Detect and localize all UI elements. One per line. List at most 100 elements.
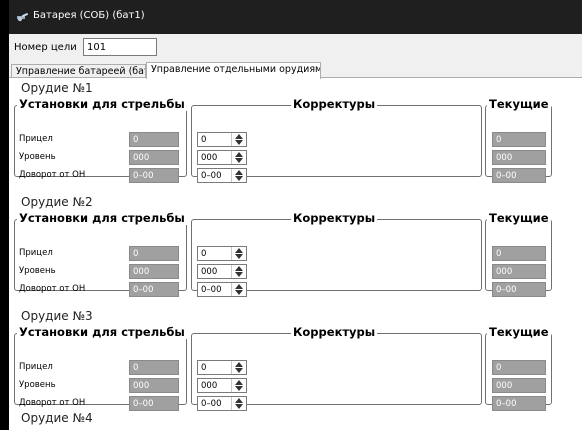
gun-title: Орудие №3 xyxy=(21,309,93,323)
sight-label: Прицел xyxy=(19,248,53,258)
gun-panel-3: Орудие №3 Установки для стрельбы Коррект… xyxy=(9,309,582,427)
artillery-gun-icon xyxy=(17,12,28,22)
spinner-value: 0–00 xyxy=(201,399,222,409)
spinner-arrows[interactable] xyxy=(231,151,246,164)
current-group-caption: Текущие xyxy=(487,97,551,111)
arrow-up-icon[interactable] xyxy=(235,248,243,253)
gun-title: Орудие №4 xyxy=(21,411,93,425)
deflection-label: Доворот от ОН xyxy=(19,398,86,408)
spinner-arrows[interactable] xyxy=(231,169,246,182)
arrow-up-icon[interactable] xyxy=(235,284,243,289)
tab-individual-guns[interactable]: Управление отдельными орудиями xyxy=(146,62,321,79)
gun-panel-2: Орудие №2 Установки для стрельбы Коррект… xyxy=(9,195,582,313)
target-number-label: Номер цели xyxy=(14,42,77,53)
corrections-group-caption: Корректуры xyxy=(291,325,378,339)
deflection-label: Доворот от ОН xyxy=(19,284,86,294)
arrow-down-icon[interactable] xyxy=(235,158,243,163)
deflection-label: Доворот от ОН xyxy=(19,170,86,180)
spinner-arrows[interactable] xyxy=(231,283,246,296)
current-group-caption: Текущие xyxy=(487,211,551,225)
settings-group-caption: Установки для стрельбы xyxy=(17,325,187,339)
arrow-down-icon[interactable] xyxy=(235,176,243,181)
settings-level-field: 000 xyxy=(129,150,179,165)
window-title: Батарея (СОБ) (бат1) xyxy=(33,10,145,21)
arrow-up-icon[interactable] xyxy=(235,170,243,175)
current-sight-field: 0 xyxy=(492,246,546,261)
correction-deflection-spinner[interactable]: 0–00 xyxy=(197,396,247,411)
spinner-value: 000 xyxy=(201,381,218,391)
current-level-field: 000 xyxy=(492,378,546,393)
gun-panel-1: Орудие №1 Установки для стрельбы Коррект… xyxy=(9,81,582,199)
arrow-up-icon[interactable] xyxy=(235,152,243,157)
gun-title: Орудие №1 xyxy=(21,81,93,95)
correction-deflection-spinner[interactable]: 0–00 xyxy=(197,168,247,183)
arrow-up-icon[interactable] xyxy=(235,398,243,403)
tab-content-individual-guns: Орудие №1 Установки для стрельбы Коррект… xyxy=(9,78,582,430)
settings-sight-field: 0 xyxy=(129,360,179,375)
corrections-group-caption: Корректуры xyxy=(291,211,378,225)
spinner-arrows[interactable] xyxy=(231,247,246,260)
settings-deflection-field: 0–00 xyxy=(129,396,179,411)
spinner-arrows[interactable] xyxy=(231,361,246,374)
arrow-up-icon[interactable] xyxy=(235,266,243,271)
current-level-field: 000 xyxy=(492,150,546,165)
current-level-field: 000 xyxy=(492,264,546,279)
level-label: Уровень xyxy=(19,380,56,390)
arrow-down-icon[interactable] xyxy=(235,290,243,295)
correction-level-spinner[interactable]: 000 xyxy=(197,264,247,279)
spinner-value: 000 xyxy=(201,267,218,277)
level-label: Уровень xyxy=(19,266,56,276)
gun-panel-4: Орудие №4 xyxy=(9,411,582,430)
sight-label: Прицел xyxy=(19,134,53,144)
spinner-value: 0 xyxy=(201,135,207,145)
spinner-value: 000 xyxy=(201,153,218,163)
settings-level-field: 000 xyxy=(129,378,179,393)
settings-sight-field: 0 xyxy=(129,132,179,147)
settings-sight-field: 0 xyxy=(129,246,179,261)
arrow-up-icon[interactable] xyxy=(235,362,243,367)
spinner-arrows[interactable] xyxy=(231,265,246,278)
arrow-down-icon[interactable] xyxy=(235,140,243,145)
settings-deflection-field: 0–00 xyxy=(129,282,179,297)
current-deflection-field: 0–00 xyxy=(492,282,546,297)
tab-battery-control[interactable]: Управление батареей (бат1) xyxy=(11,64,146,78)
arrow-down-icon[interactable] xyxy=(235,272,243,277)
current-deflection-field: 0–00 xyxy=(492,396,546,411)
sight-label: Прицел xyxy=(19,362,53,372)
spinner-arrows[interactable] xyxy=(231,133,246,146)
settings-level-field: 000 xyxy=(129,264,179,279)
arrow-down-icon[interactable] xyxy=(235,386,243,391)
level-label: Уровень xyxy=(19,152,56,162)
corrections-group-caption: Корректуры xyxy=(291,97,378,111)
current-sight-field: 0 xyxy=(492,132,546,147)
spinner-value: 0–00 xyxy=(201,285,222,295)
target-number-input[interactable] xyxy=(83,38,157,56)
settings-group-caption: Установки для стрельбы xyxy=(17,97,187,111)
settings-group-caption: Установки для стрельбы xyxy=(17,211,187,225)
current-deflection-field: 0–00 xyxy=(492,168,546,183)
arrow-up-icon[interactable] xyxy=(235,134,243,139)
spinner-value: 0 xyxy=(201,249,207,259)
correction-sight-spinner[interactable]: 0 xyxy=(197,246,247,261)
correction-level-spinner[interactable]: 000 xyxy=(197,150,247,165)
spinner-arrows[interactable] xyxy=(231,379,246,392)
correction-sight-spinner[interactable]: 0 xyxy=(197,132,247,147)
spinner-value: 0–00 xyxy=(201,171,222,181)
gun-title: Орудие №2 xyxy=(21,195,93,209)
spinner-value: 0 xyxy=(201,363,207,373)
correction-deflection-spinner[interactable]: 0–00 xyxy=(197,282,247,297)
correction-level-spinner[interactable]: 000 xyxy=(197,378,247,393)
settings-deflection-field: 0–00 xyxy=(129,168,179,183)
tab-strip: Управление батареей (бат1) Управление от… xyxy=(9,62,582,79)
arrow-down-icon[interactable] xyxy=(235,404,243,409)
arrow-up-icon[interactable] xyxy=(235,380,243,385)
correction-sight-spinner[interactable]: 0 xyxy=(197,360,247,375)
arrow-down-icon[interactable] xyxy=(235,368,243,373)
battery-window: Батарея (СОБ) (бат1) Номер цели Управлен… xyxy=(9,0,582,430)
current-group-caption: Текущие xyxy=(487,325,551,339)
title-bar[interactable]: Батарея (СОБ) (бат1) xyxy=(9,0,582,34)
window-frame-edge xyxy=(0,0,9,430)
current-sight-field: 0 xyxy=(492,360,546,375)
spinner-arrows[interactable] xyxy=(231,397,246,410)
arrow-down-icon[interactable] xyxy=(235,254,243,259)
